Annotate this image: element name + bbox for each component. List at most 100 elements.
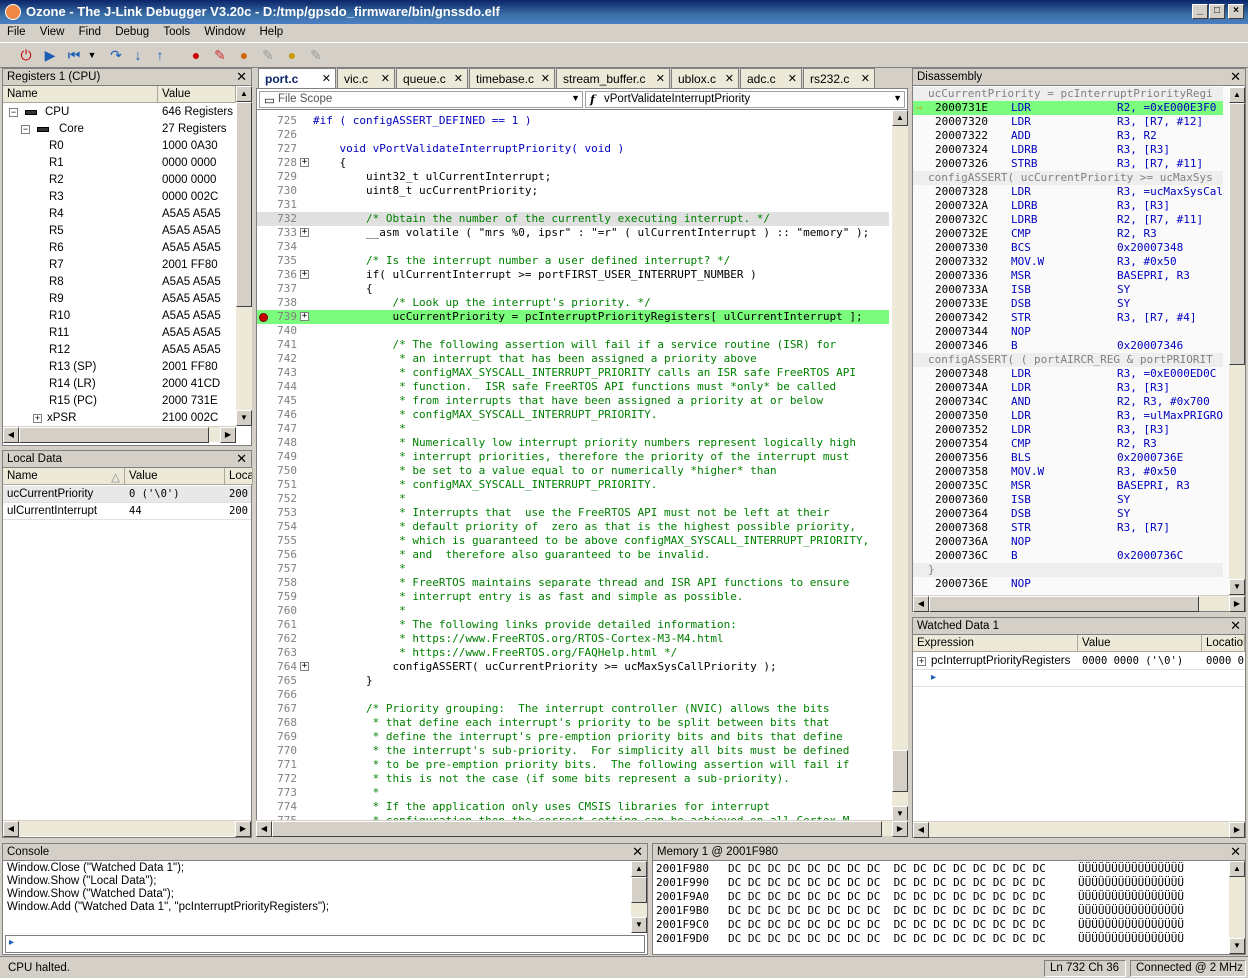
memory-bytes[interactable]: DC DC DC DC DC DC DC DC DC DC DC DC DC D…	[728, 862, 1046, 876]
memory-ascii[interactable]: ÜÜÜÜÜÜÜÜÜÜÜÜÜÜÜÜ	[1078, 876, 1184, 890]
register-value[interactable]: A5A5 A5A5	[158, 291, 236, 308]
memory-bytes[interactable]: DC DC DC DC DC DC DC DC DC DC DC DC DC D…	[728, 890, 1046, 904]
line-number[interactable]: 762	[257, 632, 297, 646]
scroll-right-icon[interactable]: ▶	[1229, 822, 1245, 838]
local-col-name[interactable]: Name △	[3, 468, 125, 485]
function-dropdown[interactable]: f vPortValidateInterruptPriority ▼	[585, 91, 905, 108]
line-number[interactable]: 742	[257, 352, 297, 366]
watched-hscroll[interactable]: ◀ ▶	[913, 821, 1245, 838]
code-line[interactable]: 758 * FreeRTOS maintains separate thread…	[257, 576, 889, 590]
watched-close-icon[interactable]: ✕	[1230, 618, 1241, 634]
code-line[interactable]: 735 /* Is the interrupt number a user de…	[257, 254, 889, 268]
source-line[interactable]: }	[913, 563, 1223, 577]
instruction-row[interactable]: 2000736C B 0x2000736C	[913, 549, 1223, 563]
register-value[interactable]: 2000 41CD	[158, 376, 236, 393]
tab-close-icon[interactable]: ✕	[381, 72, 390, 85]
register-row[interactable]: R6 A5A5 A5A5	[3, 240, 236, 257]
minimize-button[interactable]: _	[1192, 4, 1208, 19]
instruction-row[interactable]: 20007348 LDR R3, =0xE000ED0C	[913, 367, 1223, 381]
scroll-up-icon[interactable]: ▲	[892, 110, 908, 126]
memory-close-icon[interactable]: ✕	[1230, 844, 1241, 860]
scroll-down-icon[interactable]: ▼	[1229, 938, 1245, 954]
edit-breakpoint-icon[interactable]: ✎	[258, 46, 278, 64]
memory-bytes[interactable]: DC DC DC DC DC DC DC DC DC DC DC DC DC D…	[728, 918, 1046, 932]
disassembly-vscroll-thumb[interactable]	[1229, 103, 1245, 365]
scroll-down-icon[interactable]: ▼	[1229, 579, 1245, 595]
line-number[interactable]: 763	[257, 646, 297, 660]
line-number[interactable]: 733	[257, 226, 297, 240]
registers-hscroll[interactable]: ◀ ▶	[3, 426, 236, 443]
register-row[interactable]: R14 (LR) 2000 41CD	[3, 376, 236, 393]
code-line[interactable]: 760 *	[257, 604, 889, 618]
disassembly-hscroll[interactable]: ◀ ▶	[913, 595, 1245, 612]
line-number[interactable]: 756	[257, 548, 297, 562]
instruction-row[interactable]: 20007326 STRB R3, [R7, #11]	[913, 157, 1223, 171]
instruction-row[interactable]: 20007352 LDR R3, [R3]	[913, 423, 1223, 437]
line-number[interactable]: 750	[257, 464, 297, 478]
instruction-row[interactable]: 2000732E CMP R2, R3	[913, 227, 1223, 241]
code-line[interactable]: 739 + ucCurrentPriority = pcInterruptPrio…	[257, 310, 889, 324]
code-line[interactable]: 743 * configMAX_SYSCALL_INTERRUPT_PRIORI…	[257, 366, 889, 380]
line-number[interactable]: 768	[257, 716, 297, 730]
code-line[interactable]: 742 * an interrupt that has been assigne…	[257, 352, 889, 366]
line-number[interactable]: 725	[257, 114, 297, 128]
code-line[interactable]: 761 * The following links provide detail…	[257, 618, 889, 632]
instruction-row[interactable]: 20007364 DSB SY	[913, 507, 1223, 521]
code-line[interactable]: 731	[257, 198, 889, 212]
expand-icon[interactable]: +	[300, 158, 309, 167]
code-line[interactable]: 772 * this is not the case (if some bits…	[257, 772, 889, 786]
line-number[interactable]: 727	[257, 142, 297, 156]
register-value[interactable]: A5A5 A5A5	[158, 342, 236, 359]
instruction-row[interactable]: 2000735C MSR BASEPRI, R3	[913, 479, 1223, 493]
instruction-row[interactable]: 20007330 BCS 0x20007348	[913, 241, 1223, 255]
line-number[interactable]: 758	[257, 576, 297, 590]
register-value[interactable]: 2100 002C	[158, 410, 236, 426]
register-row[interactable]: R5 A5A5 A5A5	[3, 223, 236, 240]
line-number[interactable]: 761	[257, 618, 297, 632]
registers-vscroll[interactable]: ▲ ▼	[236, 86, 252, 426]
instruction-row[interactable]: 2000734A LDR R3, [R3]	[913, 381, 1223, 395]
code-line[interactable]: 764 + configASSERT( ucCurrentPriority >= …	[257, 660, 889, 674]
register-row[interactable]: R8 A5A5 A5A5	[3, 274, 236, 291]
local-col-value[interactable]: Value	[125, 468, 225, 485]
register-value[interactable]: 1000 0A30	[158, 138, 236, 155]
register-value[interactable]: 2000 731E	[158, 393, 236, 410]
menu-file[interactable]: File	[3, 25, 30, 39]
code-line[interactable]: 751 * configMAX_SYSCALL_INTERRUPT_PRIORI…	[257, 478, 889, 492]
memory-ascii[interactable]: ÜÜÜÜÜÜÜÜÜÜÜÜÜÜÜÜ	[1078, 918, 1184, 932]
line-number[interactable]: 752	[257, 492, 297, 506]
register-row[interactable]: R13 (SP) 2001 FF80	[3, 359, 236, 376]
instruction-row[interactable]: 20007360 ISB SY	[913, 493, 1223, 507]
line-number[interactable]: 772	[257, 772, 297, 786]
tracepoint-icon[interactable]: ●	[282, 46, 302, 64]
memory-ascii[interactable]: ÜÜÜÜÜÜÜÜÜÜÜÜÜÜÜÜ	[1078, 904, 1184, 918]
maximize-button[interactable]: □	[1209, 4, 1225, 19]
expand-icon[interactable]: +	[300, 270, 309, 279]
instruction-row[interactable]: 20007324 LDRB R3, [R3]	[913, 143, 1223, 157]
code-line[interactable]: 728 + {	[257, 156, 889, 170]
clear-breakpoints-icon[interactable]: ✎	[210, 46, 230, 64]
code-line[interactable]: 757 *	[257, 562, 889, 576]
code-line[interactable]: 750 * be set to a value equal to or nume…	[257, 464, 889, 478]
memory-row[interactable]: 2001F9C0 DC DC DC DC DC DC DC DC DC DC DC…	[656, 918, 1228, 932]
tab-close-icon[interactable]: ✕	[861, 72, 870, 85]
line-number[interactable]: 748	[257, 436, 297, 450]
expand-icon[interactable]: +	[300, 312, 309, 321]
close-window-button[interactable]: ×	[1228, 4, 1244, 19]
line-number[interactable]: 754	[257, 520, 297, 534]
scroll-left-icon[interactable]: ◀	[3, 821, 19, 837]
tab-timebase-c[interactable]: timebase.c ✕	[469, 68, 555, 88]
register-value[interactable]: 0000 0000	[158, 155, 236, 172]
registers-hscroll-thumb[interactable]	[19, 427, 209, 443]
line-number[interactable]: 743	[257, 366, 297, 380]
register-row[interactable]: R3 0000 002C	[3, 189, 236, 206]
line-number[interactable]: 745	[257, 394, 297, 408]
line-number[interactable]: 755	[257, 534, 297, 548]
watched-row[interactable]: + pcInterruptPriorityRegisters 0000 0000 (…	[913, 653, 1245, 670]
code-line[interactable]: 759 * interrupt entry is as fast and sim…	[257, 590, 889, 604]
tab-close-icon[interactable]: ✕	[656, 72, 665, 85]
watched-col-location[interactable]: Location	[1202, 635, 1245, 652]
line-number[interactable]: 747	[257, 422, 297, 436]
code-line[interactable]: 768 * that define each interrupt's prior…	[257, 716, 889, 730]
register-row[interactable]: R4 A5A5 A5A5	[3, 206, 236, 223]
